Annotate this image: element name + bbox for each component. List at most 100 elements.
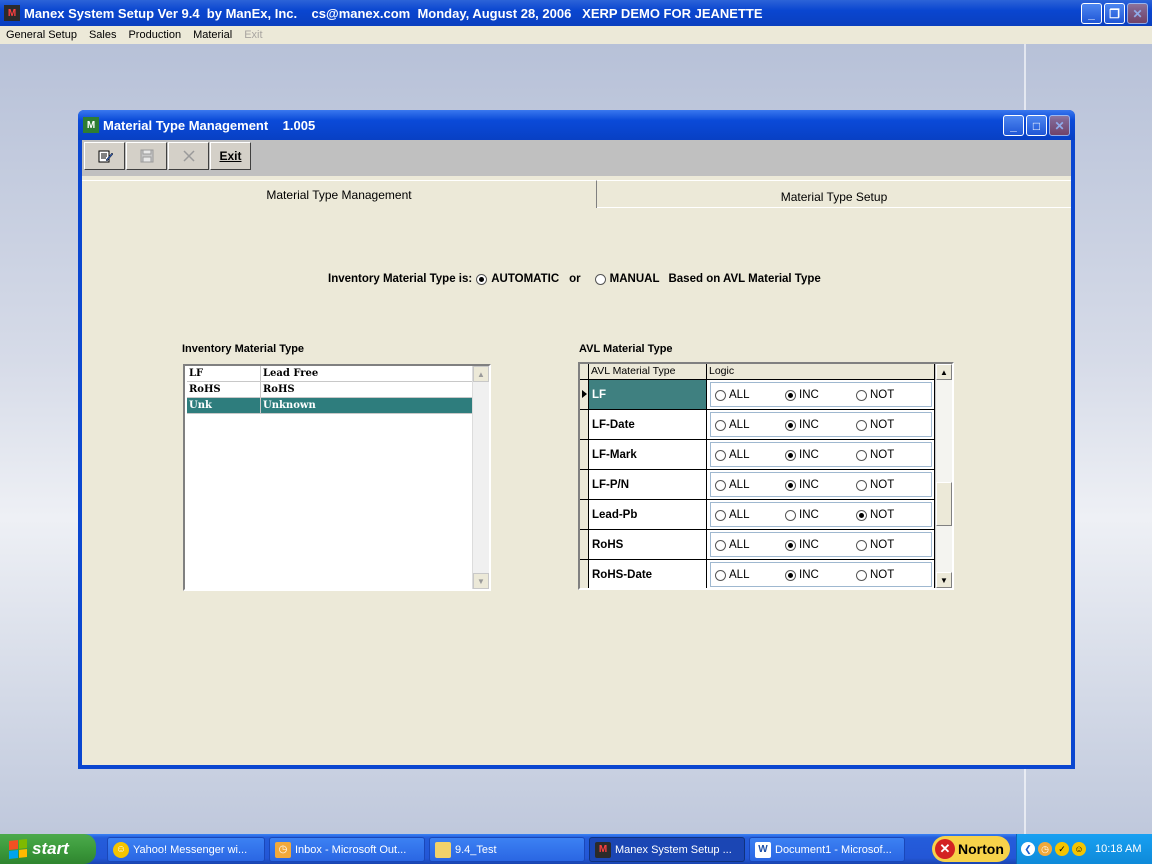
list-item-selected[interactable]: Unk Unknown (187, 398, 473, 414)
avl-type-cell[interactable]: LF-Date (589, 410, 707, 440)
row-indicator[interactable] (580, 440, 589, 470)
logic-option-inc[interactable]: INC (785, 449, 819, 461)
table-row[interactable]: RoHS-Date ALL INC NOT (580, 560, 935, 588)
edit-button[interactable] (84, 142, 125, 170)
save-button[interactable] (126, 142, 167, 170)
tab-material-type-management[interactable]: Material Type Management (82, 180, 597, 208)
logic-all-radio[interactable] (715, 569, 726, 581)
scroll-down-icon[interactable]: ▼ (473, 573, 489, 589)
logic-not-radio[interactable] (856, 389, 867, 401)
norton-button[interactable]: ✕ Norton (932, 836, 1010, 862)
row-indicator[interactable] (580, 500, 589, 530)
scroll-down-icon[interactable]: ▼ (936, 572, 952, 588)
scroll-thumb[interactable] (936, 482, 952, 526)
logic-not-radio[interactable] (856, 449, 867, 461)
logic-option-all[interactable]: ALL (715, 509, 749, 521)
logic-option-inc[interactable]: INC (785, 479, 819, 491)
task-manex-setup[interactable]: M Manex System Setup ... (589, 837, 745, 862)
logic-not-radio[interactable] (856, 509, 867, 521)
logic-all-radio[interactable] (715, 449, 726, 461)
row-indicator[interactable] (580, 380, 589, 410)
logic-not-radio[interactable] (856, 419, 867, 431)
logic-inc-radio[interactable] (785, 389, 796, 401)
tray-yahoo-icon[interactable]: ☺ (1072, 842, 1086, 856)
avl-type-cell[interactable]: RoHS (589, 530, 707, 560)
logic-inc-radio[interactable] (785, 449, 796, 461)
logic-all-radio[interactable] (715, 419, 726, 431)
tray-expand-icon[interactable]: ❮ (1021, 842, 1035, 856)
avl-scrollbar[interactable]: ▲ ▼ (935, 364, 952, 588)
logic-option-all[interactable]: ALL (715, 569, 749, 581)
logic-option-not[interactable]: NOT (856, 539, 894, 551)
inventory-material-type-list[interactable]: LF Lead Free RoHS RoHS Unk Unknown ▲ ▼ (183, 364, 491, 591)
logic-not-radio[interactable] (856, 479, 867, 491)
restore-icon[interactable]: ❐ (1104, 3, 1125, 24)
logic-option-inc[interactable]: INC (785, 509, 819, 521)
logic-all-radio[interactable] (715, 389, 726, 401)
table-row[interactable]: LF ALL INC NOT (580, 380, 935, 410)
window-minimize-icon[interactable]: _ (1003, 115, 1024, 136)
logic-all-radio[interactable] (715, 509, 726, 521)
exit-button[interactable]: Exit (210, 142, 251, 170)
start-button[interactable]: start (0, 834, 96, 864)
tray-network-icon[interactable]: ✓ (1055, 842, 1069, 856)
logic-option-inc[interactable]: INC (785, 389, 819, 401)
tray-outlook-icon[interactable]: ◷ (1038, 842, 1052, 856)
task-outlook-inbox[interactable]: ◷ Inbox - Microsoft Out... (269, 837, 425, 862)
logic-option-all[interactable]: ALL (715, 419, 749, 431)
logic-inc-radio[interactable] (785, 539, 796, 551)
table-row[interactable]: Lead-Pb ALL INC NOT (580, 500, 935, 530)
menu-material[interactable]: Material (193, 29, 232, 41)
window-titlebar[interactable]: M Material Type Management 1.005 _ □ ✕ (78, 110, 1075, 140)
tab-material-type-setup[interactable]: Material Type Setup (597, 180, 1071, 208)
logic-inc-radio[interactable] (785, 419, 796, 431)
menu-exit[interactable]: Exit (244, 29, 262, 41)
manual-radio[interactable] (594, 273, 606, 285)
logic-inc-radio[interactable] (785, 509, 796, 521)
logic-not-radio[interactable] (856, 539, 867, 551)
logic-option-all[interactable]: ALL (715, 389, 749, 401)
logic-option-not[interactable]: NOT (856, 479, 894, 491)
avl-type-cell[interactable]: Lead-Pb (589, 500, 707, 530)
logic-all-radio[interactable] (715, 539, 726, 551)
logic-option-all[interactable]: ALL (715, 479, 749, 491)
list-item[interactable]: RoHS RoHS (187, 382, 473, 398)
task-yahoo-messenger[interactable]: ☺ Yahoo! Messenger wi... (107, 837, 265, 862)
avl-type-cell[interactable]: LF-P/N (589, 470, 707, 500)
logic-option-inc[interactable]: INC (785, 419, 819, 431)
automatic-radio[interactable] (476, 273, 488, 285)
logic-inc-radio[interactable] (785, 479, 796, 491)
menu-sales[interactable]: Sales (89, 29, 117, 41)
inventory-scrollbar[interactable]: ▲ ▼ (472, 366, 489, 589)
avl-type-cell[interactable]: LF-Mark (589, 440, 707, 470)
task-word-document[interactable]: W Document1 - Microsof... (749, 837, 905, 862)
table-row[interactable]: LF-Date ALL INC NOT (580, 410, 935, 440)
menu-general-setup[interactable]: General Setup (6, 29, 77, 41)
scroll-up-icon[interactable]: ▲ (473, 366, 489, 382)
logic-option-not[interactable]: NOT (856, 419, 894, 431)
logic-option-inc[interactable]: INC (785, 569, 819, 581)
logic-option-inc[interactable]: INC (785, 539, 819, 551)
app-titlebar[interactable]: M Manex System Setup Ver 9.4 by ManEx, I… (0, 0, 1152, 26)
logic-option-not[interactable]: NOT (856, 509, 894, 521)
logic-option-not[interactable]: NOT (856, 449, 894, 461)
avl-type-cell[interactable]: LF (589, 380, 707, 410)
avl-type-cell[interactable]: RoHS-Date (589, 560, 707, 588)
logic-option-all[interactable]: ALL (715, 449, 749, 461)
logic-not-radio[interactable] (856, 569, 867, 581)
logic-all-radio[interactable] (715, 479, 726, 491)
table-row[interactable]: LF-P/N ALL INC NOT (580, 470, 935, 500)
logic-option-not[interactable]: NOT (856, 389, 894, 401)
list-item[interactable]: LF Lead Free (187, 366, 473, 382)
row-indicator[interactable] (580, 530, 589, 560)
logic-inc-radio[interactable] (785, 569, 796, 581)
row-indicator[interactable] (580, 470, 589, 500)
window-close-icon[interactable]: ✕ (1049, 115, 1070, 136)
logic-option-all[interactable]: ALL (715, 539, 749, 551)
task-folder-test[interactable]: 9.4_Test (429, 837, 585, 862)
menu-production[interactable]: Production (128, 29, 181, 41)
scroll-up-icon[interactable]: ▲ (936, 364, 952, 380)
minimize-icon[interactable]: _ (1081, 3, 1102, 24)
table-row[interactable]: RoHS ALL INC NOT (580, 530, 935, 560)
table-row[interactable]: LF-Mark ALL INC NOT (580, 440, 935, 470)
